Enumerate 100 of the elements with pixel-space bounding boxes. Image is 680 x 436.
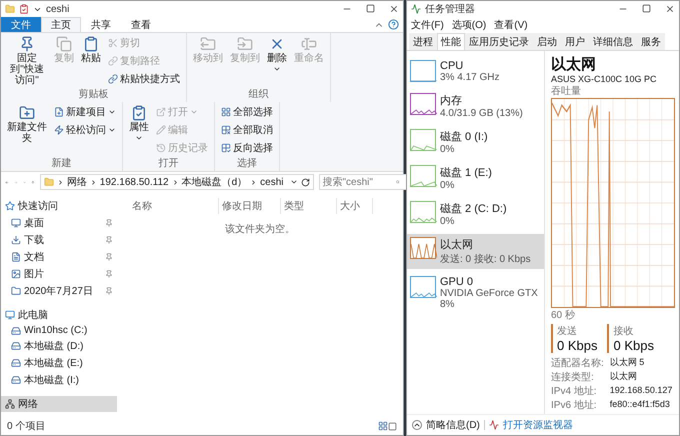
- chevron-icon: [56, 178, 64, 186]
- property-value: 以太网 5: [610, 356, 646, 369]
- star-icon: [5, 201, 15, 211]
- group-label: 打开: [158, 156, 180, 170]
- folder-icon: [5, 4, 15, 14]
- group-label: 剪贴板: [78, 88, 110, 101]
- tab[interactable]: 启动: [533, 33, 561, 50]
- resource-item[interactable]: 磁盘 0 (I:) 0%: [407, 126, 544, 158]
- resource-name: GPU 0: [440, 276, 474, 288]
- menu-item[interactable]: 文件(F): [411, 18, 444, 32]
- collapse-icon[interactable]: [412, 420, 422, 430]
- sidebar-item[interactable]: 本地磁盘 (E:): [1, 355, 117, 371]
- sidebar-item[interactable]: 本地磁盘 (D:): [1, 338, 117, 354]
- clipboard-icon: [83, 36, 99, 52]
- breadcrumb-item[interactable]: 本地磁盘（d）: [182, 175, 248, 189]
- resource-item[interactable]: 以太网 发送: 0 接收: 0 Kbps: [407, 234, 544, 269]
- drive-icon: [11, 375, 21, 385]
- column-header[interactable]: 类型: [281, 198, 337, 214]
- time-label: 60 秒: [551, 308, 576, 322]
- open-icon: [156, 107, 166, 117]
- resource-item[interactable]: 内存 4.0/31.9 GB (13%): [407, 90, 544, 122]
- ribbon-button[interactable]: 新建文件夹: [5, 104, 49, 156]
- pencil-icon: [156, 125, 166, 135]
- network-icon: [5, 399, 15, 409]
- sidebar-item[interactable]: 本地磁盘 (I:): [1, 372, 117, 388]
- pin-icon: [105, 219, 113, 227]
- column-header[interactable]: 修改日期: [219, 198, 281, 214]
- history-icon: [156, 143, 166, 153]
- sidebar-item[interactable]: 桌面: [1, 215, 117, 231]
- help-icon[interactable]: [388, 19, 399, 30]
- ribbon-button[interactable]: 新建项目: [52, 104, 118, 120]
- ribbon-button[interactable]: 属性: [127, 104, 151, 156]
- resource-detail: 3% 4.17 GHz: [440, 72, 500, 83]
- sidebar-item[interactable]: 下载: [1, 232, 117, 248]
- sidebar-item[interactable]: 文档: [1, 249, 117, 265]
- resource-item[interactable]: CPU 3% 4.17 GHz: [407, 57, 544, 86]
- close-icon[interactable]: [665, 4, 675, 14]
- ribbon-button[interactable]: 固定到"快速访问": [5, 35, 49, 87]
- resource-name: 磁盘 0 (I:): [440, 130, 488, 144]
- new-folder-icon: [19, 105, 35, 121]
- properties-icon[interactable]: [19, 4, 29, 14]
- pin-icon: [105, 270, 113, 278]
- resource-detail: 发送: 0 接收: 0 Kbps: [440, 252, 531, 266]
- ribbon-tab[interactable]: 主页: [41, 17, 81, 32]
- tab[interactable]: 进程: [409, 33, 437, 50]
- pin-icon: [19, 36, 35, 52]
- refresh-icon: [300, 178, 310, 186]
- breadcrumb-item[interactable]: 网络: [66, 175, 87, 189]
- ribbon-button[interactable]: 粘贴快捷方式: [106, 71, 182, 87]
- fewer-details-button[interactable]: 简略信息(D): [426, 418, 480, 432]
- menu-item[interactable]: 查看(V): [494, 18, 528, 32]
- ribbon-button[interactable]: 粘贴: [79, 35, 103, 87]
- resource-item[interactable]: 磁盘 2 (C: D:) 0%: [407, 198, 544, 230]
- resource-item[interactable]: GPU 0 NVIDIA GeForce GTX 8%: [407, 273, 544, 313]
- ribbon-tab[interactable]: 查看: [121, 17, 161, 32]
- sidebar-item[interactable]: 网络: [1, 396, 117, 412]
- group-label: 组织: [248, 88, 270, 101]
- tab[interactable]: 服务: [637, 33, 665, 50]
- resource-monitor-link[interactable]: 打开资源监视器: [502, 418, 573, 432]
- sidebar-item[interactable]: 图片: [1, 266, 117, 282]
- file-menu-tab[interactable]: 文件: [1, 17, 41, 32]
- tab[interactable]: 用户: [561, 33, 589, 50]
- document-icon: [11, 252, 21, 262]
- rename-icon: [301, 36, 317, 52]
- property-value: 以太网: [610, 370, 638, 383]
- tab[interactable]: 应用历史记录: [465, 33, 533, 50]
- breadcrumb-item[interactable]: ceshi: [260, 176, 284, 188]
- throughput-stat: 接收 0 Kbps: [607, 324, 654, 353]
- desktop-icon: [11, 218, 21, 228]
- resource-detail: 0%: [440, 144, 456, 155]
- sidebar-item[interactable]: 2020年7月27日: [1, 283, 117, 299]
- tab[interactable]: 详细信息: [589, 33, 637, 50]
- group-label: 选择: [236, 156, 258, 170]
- grid-icon: [221, 107, 231, 117]
- maximize-icon[interactable]: [366, 4, 375, 13]
- sidebar-item[interactable]: 快速访问: [1, 198, 117, 214]
- ribbon-button[interactable]: 删除: [265, 35, 289, 87]
- image-icon: [11, 269, 21, 279]
- chevron-icon: [172, 178, 179, 186]
- detail-title: 以太网: [551, 55, 596, 74]
- ribbon-button[interactable]: 轻松访问: [52, 122, 118, 138]
- device-name: ASUS XG-C100C 10G PC: [551, 74, 657, 84]
- column-header[interactable]: 名称: [129, 198, 219, 214]
- tab[interactable]: 性能: [437, 33, 465, 50]
- close-icon[interactable]: [389, 4, 399, 14]
- large-icons-view-icon[interactable]: [388, 422, 397, 430]
- maximize-icon[interactable]: [642, 4, 651, 13]
- scissors-icon: [108, 38, 118, 48]
- ribbon-tab[interactable]: 共享: [81, 17, 121, 32]
- breadcrumb-item[interactable]: 192.168.50.112: [100, 176, 169, 188]
- menu-item[interactable]: 选项(O): [452, 18, 486, 32]
- sidebar-item[interactable]: 此电脑: [1, 307, 117, 323]
- details-view-icon[interactable]: [378, 421, 388, 431]
- column-header[interactable]: 大小: [337, 198, 373, 214]
- ribbon-button[interactable]: 全部取消: [219, 122, 275, 138]
- sidebar-item[interactable]: Win10hsc (C:): [1, 324, 117, 337]
- ribbon-button[interactable]: 反向选择: [219, 140, 275, 156]
- address-bar[interactable]: 网络 192.168.50.112 本地磁盘（d） ceshi: [40, 174, 314, 190]
- new-file-icon: [54, 107, 64, 117]
- ribbon-button[interactable]: 全部选择: [219, 104, 275, 120]
